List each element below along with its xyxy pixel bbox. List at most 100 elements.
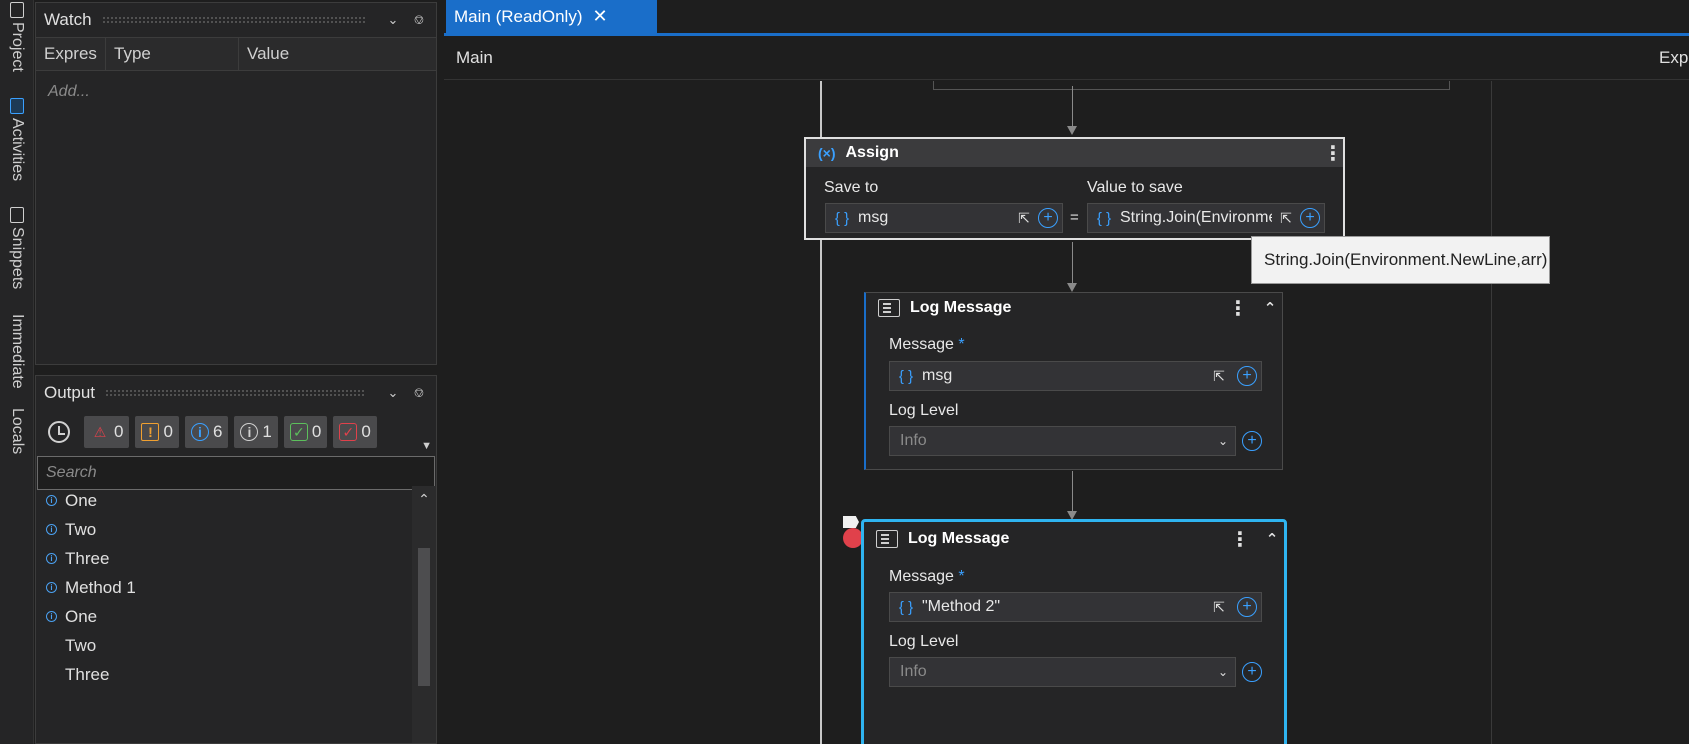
log-level-value: Info: [900, 663, 927, 680]
expression-icon: { }: [898, 367, 914, 385]
log-message-header[interactable]: Log Message ⋮ ⌃: [864, 522, 1284, 556]
trace-icon: i: [240, 423, 259, 441]
breakpoint-icon[interactable]: [843, 528, 863, 548]
activities-icon: [10, 98, 24, 114]
output-toolbar: ⚠ 0 ! 0 i 6 i 1 ✓ 0 ✓ 0 ▼: [36, 410, 436, 454]
info-filter[interactable]: i 6: [184, 416, 229, 448]
side-tab-project[interactable]: Project: [0, 2, 34, 72]
expand-all-link[interactable]: Expand All: [1659, 48, 1689, 68]
plus-icon[interactable]: +: [1300, 208, 1320, 228]
side-tab-snippets[interactable]: Snippets: [0, 207, 34, 289]
message-field[interactable]: { } "Method 2" ⇱ +: [889, 592, 1262, 622]
errors-filter[interactable]: ⚠ 0: [84, 416, 130, 448]
side-tab-activities[interactable]: Activities: [0, 98, 34, 181]
failed-icon: ✓: [339, 423, 358, 441]
output-panel: Output ⌄ ⎊ ⚠ 0 ! 0 i 6 i 1 ✓ 0 ✓ 0 ▼ Sea…: [35, 375, 437, 744]
badge-count: 0: [114, 422, 124, 441]
expand-icon[interactable]: ⇱: [1205, 368, 1233, 385]
trace-filter[interactable]: i 1: [234, 416, 278, 448]
clock-icon[interactable]: [48, 421, 70, 443]
failed-filter[interactable]: ✓ 0: [333, 416, 377, 448]
log-level-select[interactable]: Info ⌄: [889, 657, 1236, 687]
panel-grip[interactable]: [105, 389, 366, 397]
tab-main[interactable]: Main (ReadOnly) ✕: [446, 0, 657, 33]
message-value: "Method 2": [922, 598, 1001, 615]
activity-title: Log Message: [908, 530, 1010, 547]
chevron-down-icon: ⌄: [1217, 434, 1229, 448]
watch-col-type[interactable]: Type: [106, 38, 239, 70]
expand-icon[interactable]: ⇱: [1205, 599, 1233, 616]
scroll-thumb[interactable]: [418, 548, 430, 686]
log-message-activity-selected[interactable]: Log Message ⋮ ⌃ Message * { } "Method 2"…: [861, 519, 1287, 744]
required-marker: *: [958, 568, 965, 585]
more-icon[interactable]: ⋮: [1230, 527, 1250, 552]
plus-icon[interactable]: +: [1242, 662, 1262, 682]
chevron-up-icon[interactable]: ⌃: [1260, 530, 1284, 548]
overflow-icon[interactable]: ▼: [421, 440, 432, 452]
assign-header[interactable]: (×) Assign ⋮: [806, 139, 1343, 167]
plus-icon[interactable]: +: [1237, 366, 1257, 386]
log-message-icon: [876, 530, 898, 548]
warning-icon: !: [141, 423, 160, 441]
line-text: One: [65, 490, 98, 510]
list-item[interactable]: i Method 1: [36, 573, 412, 602]
watch-header: Watch ⌄ ⎊: [36, 3, 436, 37]
value-to-save-field[interactable]: { } String.Join(Environmer ⇱ +: [1087, 203, 1325, 233]
close-icon[interactable]: ✕: [593, 6, 608, 27]
error-icon: ⚠: [93, 423, 107, 440]
badge-count: 0: [311, 422, 322, 441]
save-to-field[interactable]: { } msg ⇱ +: [825, 203, 1063, 233]
expand-icon[interactable]: ⇱: [1272, 210, 1300, 227]
list-item[interactable]: i Two: [36, 515, 412, 544]
plus-icon[interactable]: +: [1038, 208, 1058, 228]
watch-col-value[interactable]: Value: [239, 38, 436, 70]
pin-icon[interactable]: ⎊: [410, 385, 428, 401]
panel-grip[interactable]: [101, 16, 366, 24]
chevron-up-icon[interactable]: ⌃: [412, 486, 436, 512]
line-text: Two: [65, 519, 97, 539]
output-scrollbar[interactable]: ⌃: [412, 486, 436, 743]
list-item[interactable]: i Three: [36, 660, 412, 689]
flow-arrow: [1067, 242, 1077, 292]
watch-col-expression[interactable]: Expres: [36, 38, 106, 70]
assign-activity[interactable]: (×) Assign ⋮ Save to Value to save { } m…: [804, 137, 1345, 240]
watch-add-input[interactable]: Add...: [36, 71, 436, 113]
chevron-down-icon[interactable]: ⌄: [384, 385, 402, 401]
list-item[interactable]: i One: [36, 602, 412, 631]
log-level-select[interactable]: Info ⌄: [889, 426, 1236, 456]
side-tab-locals[interactable]: Locals: [0, 408, 34, 454]
chevron-up-icon[interactable]: ⌃: [1258, 299, 1282, 317]
side-tab-rail: Project Activities Snippets Immediate Lo…: [0, 0, 34, 744]
log-message-activity[interactable]: Log Message ⋮ ⌃ Message * { } msg ⇱ + Lo…: [864, 292, 1283, 470]
list-item[interactable]: i One: [36, 486, 412, 515]
warnings-filter[interactable]: ! 0: [135, 416, 179, 448]
previous-activity[interactable]: [933, 81, 1450, 90]
chevron-down-icon[interactable]: ⌄: [384, 12, 402, 28]
value-to-save-value: String.Join(Environmer: [1120, 209, 1272, 226]
output-search-input[interactable]: Search: [37, 456, 435, 490]
required-marker: *: [958, 336, 965, 353]
save-to-label: Save to: [824, 179, 879, 196]
side-tab-immediate[interactable]: Immediate: [0, 314, 34, 389]
more-icon[interactable]: ⋮: [1228, 296, 1248, 321]
log-message-header[interactable]: Log Message ⋮ ⌃: [866, 293, 1282, 323]
side-tab-label: Project: [9, 22, 26, 72]
breadcrumb-main[interactable]: Main: [444, 48, 493, 68]
tab-label: Main (ReadOnly): [454, 6, 583, 26]
breakpoint-flag-icon: [843, 516, 859, 528]
plus-icon[interactable]: +: [1237, 597, 1257, 617]
blank-icon: i: [46, 669, 57, 680]
more-icon[interactable]: ⋮: [1323, 141, 1343, 166]
plus-icon[interactable]: +: [1242, 431, 1262, 451]
expression-icon: { }: [834, 209, 850, 227]
list-item[interactable]: i Three: [36, 544, 412, 573]
badge-count: 1: [262, 422, 272, 441]
list-item[interactable]: i Two: [36, 631, 412, 660]
message-field[interactable]: { } msg ⇱ +: [889, 361, 1262, 391]
flow-arrow: [1067, 86, 1077, 135]
pin-icon[interactable]: ⎊: [410, 12, 428, 28]
watch-title: Watch: [44, 10, 92, 29]
expand-icon[interactable]: ⇱: [1010, 210, 1038, 227]
success-filter[interactable]: ✓ 0: [283, 416, 328, 448]
message-label: Message *: [889, 336, 965, 354]
